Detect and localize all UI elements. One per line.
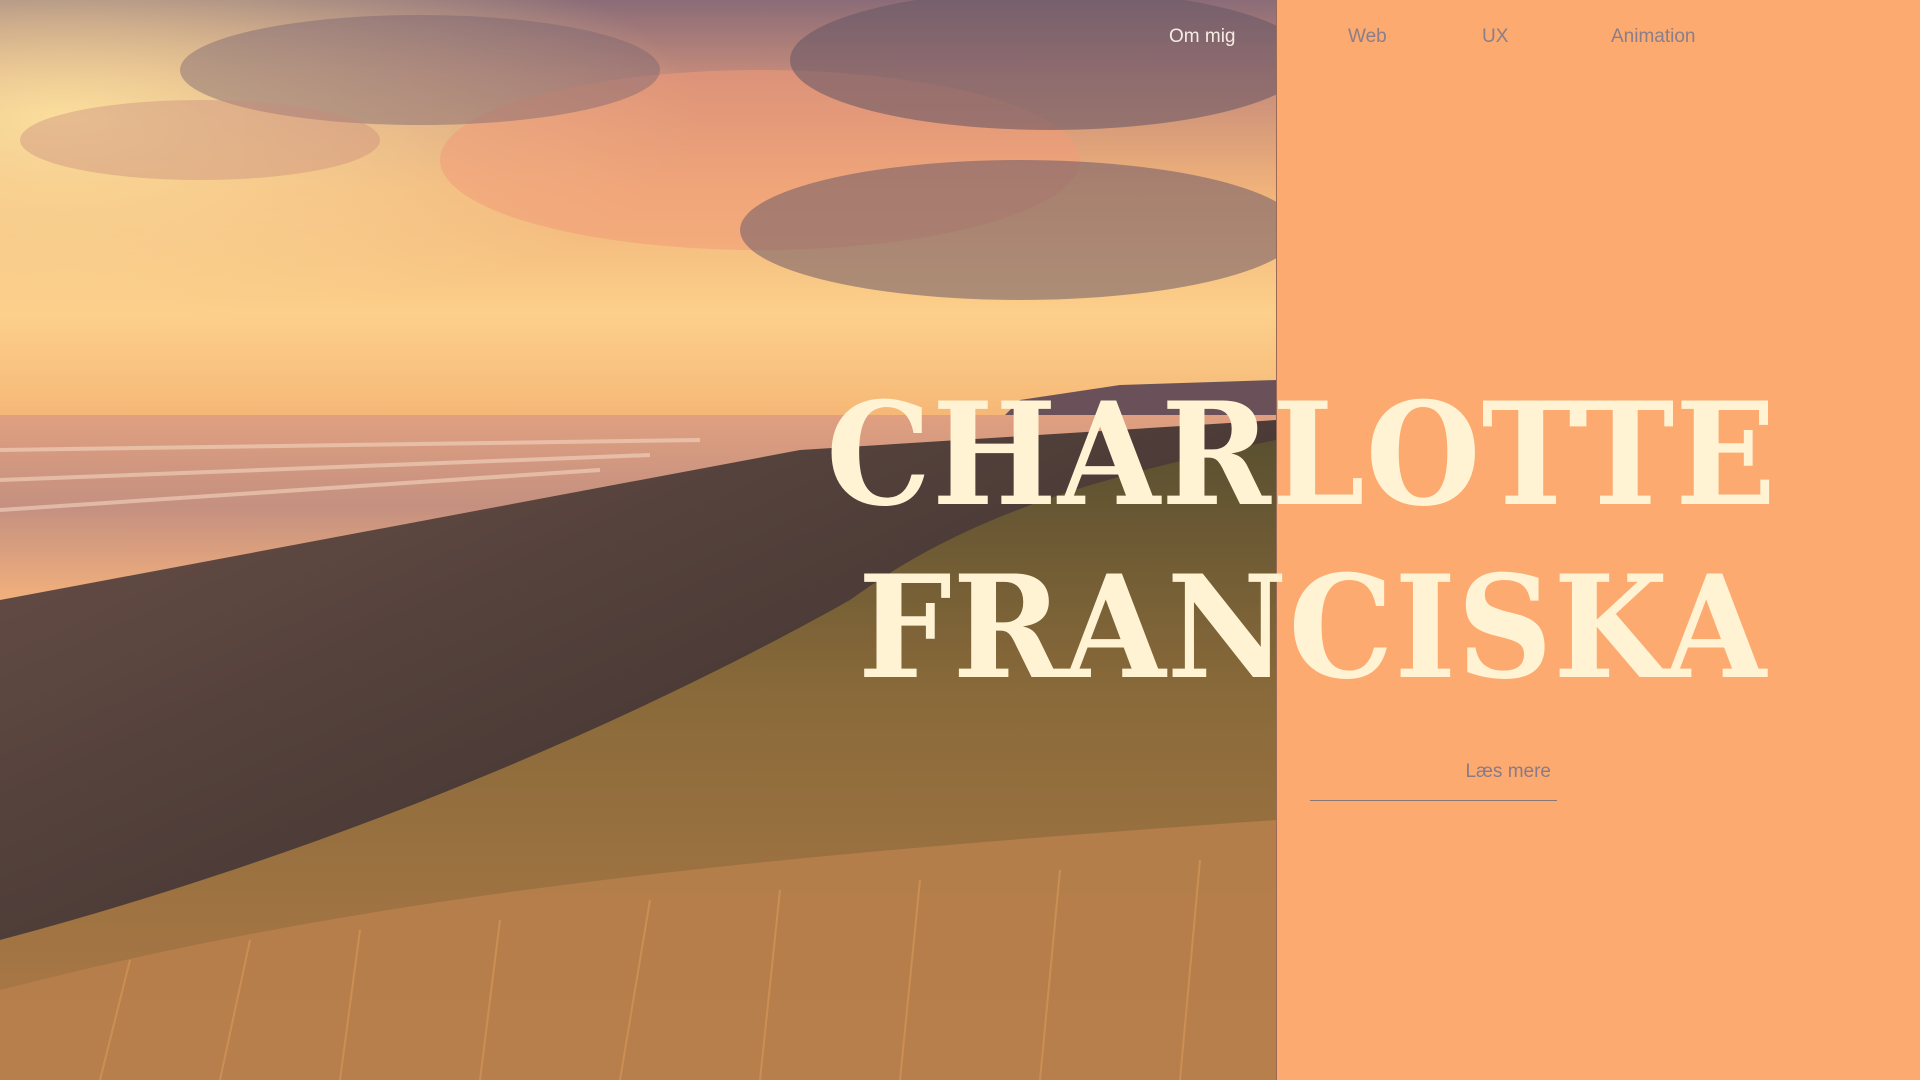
orange-side-panel	[1277, 0, 1920, 1080]
read-more-link[interactable]: Læs mere	[1310, 758, 1557, 801]
read-more-label: Læs mere	[1465, 761, 1551, 782]
top-navigation: Om mig Web UX Animation	[0, 26, 1920, 56]
nav-link-ux[interactable]: UX	[1482, 26, 1508, 48]
hero-photo-beach-sunset	[0, 0, 1277, 1080]
nav-link-om-mig[interactable]: Om mig	[1169, 26, 1236, 48]
landing-page: Om mig Web UX Animation CHARLOTTE FRANCI…	[0, 0, 1920, 1080]
nav-link-web[interactable]: Web	[1348, 26, 1387, 48]
nav-link-animation[interactable]: Animation	[1611, 26, 1696, 48]
